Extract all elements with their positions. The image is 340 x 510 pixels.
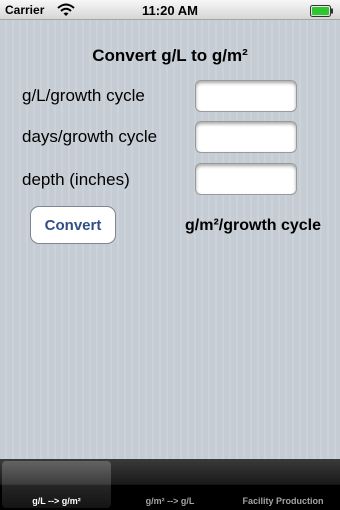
tab-bar: g/L --> g/m² g/m² --> g/L Facility Produ…	[0, 459, 340, 510]
tab-label: g/m² --> g/L	[145, 496, 195, 506]
gl-growth-cycle-label: g/L/growth cycle	[22, 86, 145, 105]
status-bar: Carrier 11:20 AM	[0, 0, 340, 20]
tab-label: g/L --> g/m²	[32, 496, 81, 506]
battery-icon	[310, 4, 334, 17]
tab-label: Facility Production	[242, 496, 324, 506]
tab-facility-production[interactable]: Facility Production	[228, 461, 338, 508]
tab-gm2-to-gl[interactable]: g/m² --> g/L	[114, 461, 226, 508]
days-growth-cycle-input[interactable]	[195, 121, 297, 153]
convert-button[interactable]: Convert	[30, 206, 116, 244]
depth-inches-input[interactable]	[195, 163, 297, 195]
status-time: 11:20 AM	[142, 3, 198, 18]
page-title: Convert g/L to g/m²	[92, 46, 248, 65]
gl-growth-cycle-input[interactable]	[195, 80, 297, 112]
depth-inches-label: depth (inches)	[22, 170, 130, 189]
tab-gl-to-gm2[interactable]: g/L --> g/m²	[2, 461, 111, 508]
days-growth-cycle-label: days/growth cycle	[22, 127, 158, 146]
result-label: g/m²/growth cycle	[185, 217, 322, 234]
